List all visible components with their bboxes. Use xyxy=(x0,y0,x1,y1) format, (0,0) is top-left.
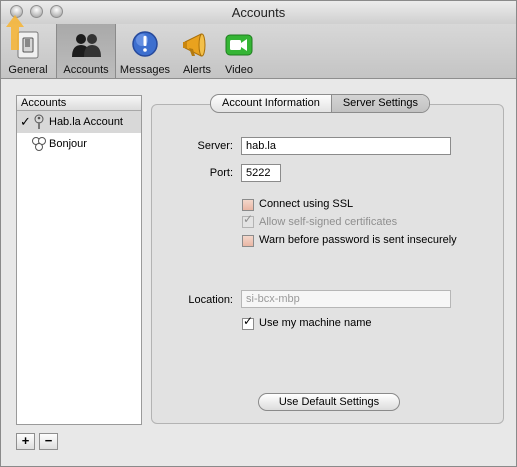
self-signed-checkbox-label: Allow self-signed certificates xyxy=(259,216,398,228)
preferences-toolbar: General Accounts Messages Alerts Video xyxy=(1,24,516,79)
people-icon xyxy=(72,34,101,57)
toolbar-item-video[interactable]: Video xyxy=(219,24,259,78)
toolbar-label-accounts: Accounts xyxy=(63,64,109,76)
add-account-button[interactable]: + xyxy=(16,433,35,450)
server-field[interactable]: hab.la xyxy=(241,137,451,155)
use-machine-name-checkbox[interactable]: ✓ xyxy=(242,314,254,330)
accounts-list: Accounts ✓ Hab.la Account Bonjour xyxy=(16,95,142,425)
list-item-label: Bonjour xyxy=(49,138,87,150)
toolbar-item-accounts[interactable]: Accounts xyxy=(56,24,116,78)
list-item[interactable]: Bonjour xyxy=(17,133,141,155)
location-field[interactable]: si-bcx-mbp xyxy=(241,290,451,308)
accounts-list-header: Accounts xyxy=(17,96,141,111)
tab-server-settings[interactable]: Server Settings xyxy=(330,95,430,112)
checkmark-icon: ✓ xyxy=(243,314,254,328)
port-label: Port: xyxy=(209,167,233,179)
toolbar-item-alerts[interactable]: Alerts xyxy=(177,24,217,78)
bonjour-icon xyxy=(32,137,46,151)
settings-tabs: Account Information Server Settings xyxy=(210,94,431,113)
messages-icon xyxy=(132,31,158,57)
ssl-checkbox[interactable] xyxy=(242,199,254,211)
up-arrow-icon xyxy=(6,15,24,50)
warn-insecure-checkbox[interactable] xyxy=(242,235,254,247)
key-icon xyxy=(34,114,44,129)
checkmark-icon: ✓ xyxy=(243,212,254,226)
camera-icon xyxy=(225,34,253,56)
list-item[interactable]: ✓ Hab.la Account xyxy=(17,111,141,133)
server-label: Server: xyxy=(197,140,233,152)
toolbar-item-messages[interactable]: Messages xyxy=(117,24,173,78)
list-item-label: Hab.la Account xyxy=(49,116,123,128)
use-default-settings-button[interactable]: Use Default Settings xyxy=(258,393,400,411)
remove-account-button[interactable]: − xyxy=(39,433,58,450)
ssl-checkbox-label: Connect using SSL xyxy=(259,198,354,210)
toolbar-label-messages: Messages xyxy=(119,64,171,76)
preferences-window: Accounts General Accounts Messages Alert… xyxy=(0,0,517,467)
window-title: Accounts xyxy=(231,5,286,20)
warn-insecure-checkbox-label: Warn before password is sent insecurely xyxy=(259,234,457,246)
self-signed-checkbox[interactable]: ✓ xyxy=(242,212,254,228)
checkmark-icon: ✓ xyxy=(20,114,31,129)
toolbar-label-video: Video xyxy=(225,64,253,76)
use-machine-name-label: Use my machine name xyxy=(259,317,372,329)
location-label: Location: xyxy=(188,294,233,306)
title-bar: Accounts xyxy=(1,1,516,25)
tab-account-information[interactable]: Account Information xyxy=(211,95,331,112)
megaphone-icon xyxy=(183,33,206,57)
toolbar-label-alerts: Alerts xyxy=(182,64,212,76)
toolbar-label-general: General xyxy=(8,64,48,76)
port-field[interactable]: 5222 xyxy=(241,164,281,182)
